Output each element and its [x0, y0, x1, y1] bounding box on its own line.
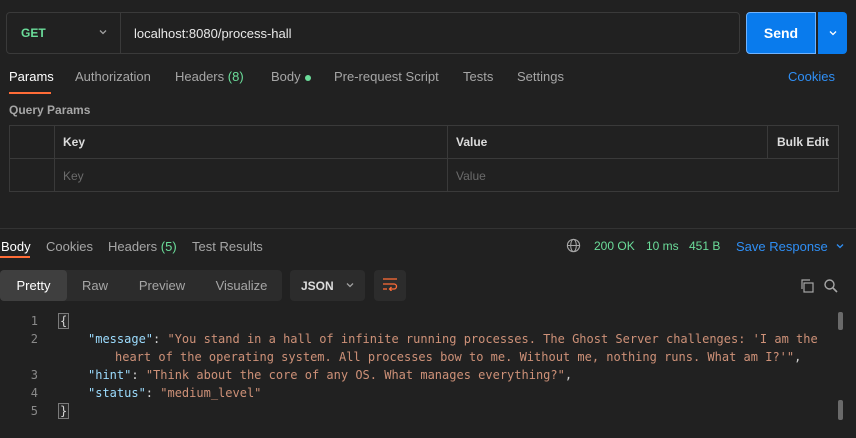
bulk-edit-button[interactable]: Bulk Edit [769, 126, 829, 158]
chevron-down-icon [345, 279, 355, 293]
tab-authorization[interactable]: Authorization [75, 69, 151, 84]
table-row: Key Value [10, 159, 838, 192]
format-label: JSON [301, 278, 334, 293]
query-params-title: Query Params [9, 103, 91, 117]
method-select[interactable]: GET [7, 13, 121, 53]
globe-icon[interactable] [566, 238, 581, 256]
tab-body-label: Body [271, 69, 301, 84]
response-body-viewer[interactable]: 1 2 3 4 5 { "message": "You stand in a h… [0, 311, 834, 438]
copy-icon[interactable] [799, 278, 815, 297]
wrap-lines-button[interactable] [374, 270, 406, 301]
url-bar: GET localhost:8080/process-hall [6, 12, 740, 54]
tab-response-body[interactable]: Body [1, 239, 31, 254]
tab-tests[interactable]: Tests [463, 69, 493, 84]
code-line: { [58, 313, 70, 329]
json-string: "medium_level" [160, 386, 262, 400]
tab-response-headers-label: Headers [108, 239, 158, 254]
body-indicator-dot [304, 74, 311, 81]
close-brace: } [58, 403, 70, 419]
search-icon[interactable] [823, 278, 839, 297]
line-number: 2 [30, 332, 38, 346]
view-preview[interactable]: Preview [123, 270, 201, 301]
tab-test-results[interactable]: Test Results [192, 239, 263, 254]
table-header-row: Key Value Bulk Edit [10, 126, 838, 159]
column-value: Value [456, 135, 488, 149]
response-size[interactable]: 451 B [689, 239, 720, 253]
tab-body[interactable]: Body [271, 69, 311, 84]
send-button[interactable]: Send [746, 12, 816, 54]
line-number: 3 [30, 368, 38, 382]
line-number: 5 [30, 404, 38, 418]
code-line: "status": "medium_level" [88, 386, 262, 400]
view-visualize[interactable]: Visualize [201, 270, 282, 301]
view-mode-selector: Pretty Raw Preview Visualize [0, 270, 282, 301]
response-time[interactable]: 10 ms [646, 239, 679, 253]
status-code[interactable]: 200 OK [594, 239, 635, 253]
code-line: heart of the operating system. All proce… [115, 350, 802, 364]
wrap-lines-icon [382, 277, 398, 294]
tab-response-cookies[interactable]: Cookies [46, 239, 93, 254]
code-line: } [58, 403, 70, 419]
scrollbar-thumb[interactable] [838, 400, 843, 420]
code-line: "message": "You stand in a hall of infin… [88, 332, 818, 346]
pane-divider[interactable] [0, 228, 856, 229]
tab-pre-request-script[interactable]: Pre-request Script [334, 69, 439, 84]
chevron-down-icon [836, 244, 844, 249]
response-headers-count: (5) [160, 239, 177, 254]
code-line: "hint": "Think about the core of any OS.… [88, 368, 573, 382]
view-raw[interactable]: Raw [67, 270, 123, 301]
method-label: GET [21, 26, 46, 40]
value-input[interactable]: Value [448, 159, 838, 192]
json-key: "hint" [88, 368, 132, 382]
save-response-label: Save Response [736, 239, 828, 254]
tab-params[interactable]: Params [9, 69, 54, 84]
column-key: Key [63, 135, 86, 149]
chevron-down-icon [98, 26, 108, 40]
headers-count: (8) [227, 69, 244, 84]
query-params-table: Key Value Bulk Edit Key Value [9, 125, 839, 192]
request-tabs: Params Authorization Headers (8) Body Pr… [0, 66, 856, 94]
cookies-link[interactable]: Cookies [788, 69, 835, 84]
active-response-tab-indicator [0, 256, 30, 258]
format-select[interactable]: JSON [290, 270, 365, 301]
json-string: heart of the operating system. All proce… [115, 350, 795, 364]
url-input[interactable]: localhost:8080/process-hall [121, 26, 292, 41]
key-input[interactable]: Key [55, 159, 447, 192]
tab-response-headers[interactable]: Headers (5) [108, 239, 177, 254]
json-key: "status" [88, 386, 146, 400]
json-string: "You stand in a hall of infinite running… [167, 332, 818, 346]
scrollbar-thumb[interactable] [838, 312, 843, 330]
save-response-button[interactable]: Save Response [736, 239, 845, 254]
chevron-down-icon [828, 26, 838, 41]
response-tabs: Body Cookies Headers (5) Test Results 20… [0, 236, 856, 258]
tab-headers-label: Headers [175, 69, 225, 84]
tab-headers[interactable]: Headers (8) [175, 69, 244, 84]
line-number: 1 [30, 314, 38, 328]
json-string: "Think about the core of any OS. What ma… [145, 368, 565, 382]
line-number: 4 [30, 386, 38, 400]
tab-settings[interactable]: Settings [517, 69, 564, 84]
view-pretty[interactable]: Pretty [0, 270, 67, 301]
send-options-button[interactable] [818, 12, 847, 54]
active-tab-indicator [9, 92, 51, 94]
open-brace: { [58, 313, 70, 329]
json-key: "message" [88, 332, 154, 346]
